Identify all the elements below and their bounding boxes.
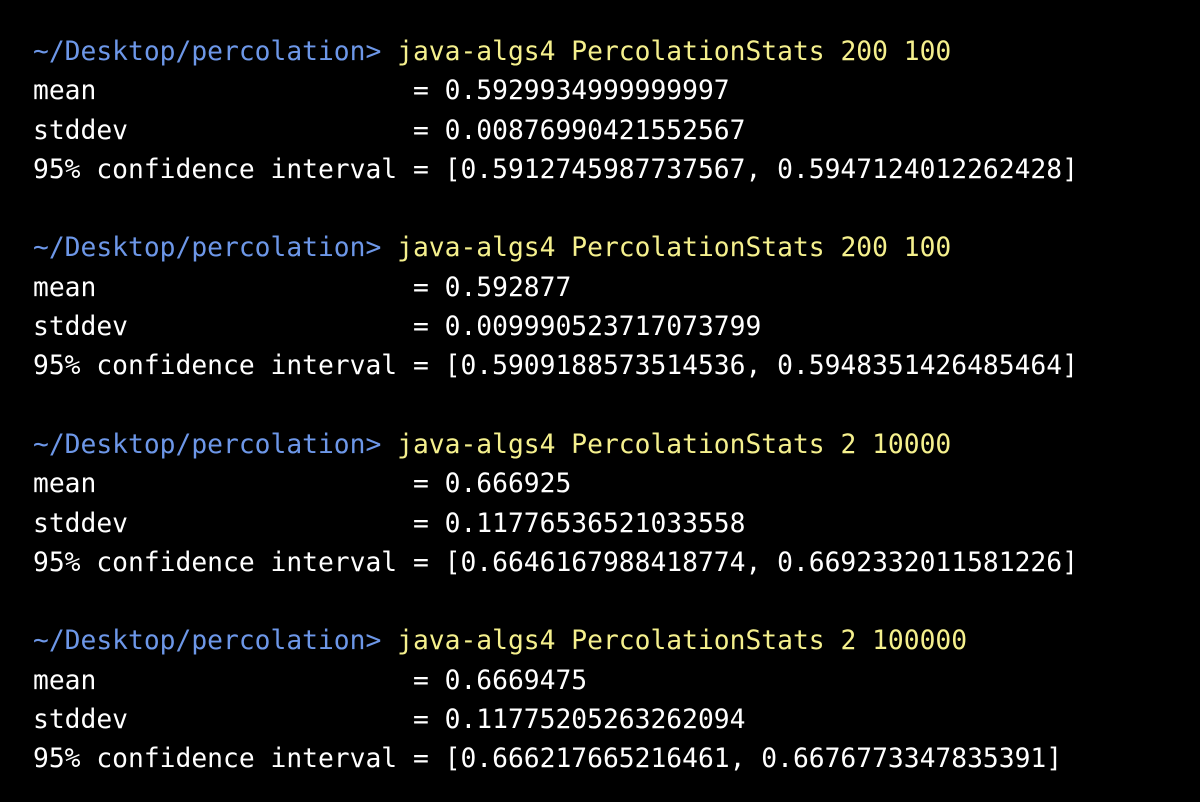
mean-output: mean = 0.6669475 [33,665,588,696]
confidence-interval-output: 95% confidence interval = [0.66461679884… [33,547,1078,578]
confidence-interval-output: 95% confidence interval = [0.66621766521… [33,744,1063,775]
command-text: java-algs4 PercolationStats 200 100 [397,233,952,264]
command-line: ~/Desktop/percolation> java-algs4 Percol… [33,229,1200,268]
command-text: java-algs4 PercolationStats 2 10000 [397,429,952,460]
prompt-path: ~/Desktop/percolation> [33,429,398,460]
confidence-interval-output: 95% confidence interval = [0.59091885735… [33,351,1078,382]
terminal-window[interactable]: ~/Desktop/percolation> java-algs4 Percol… [0,0,1200,802]
mean-output: mean = 0.666925 [33,469,572,500]
command-run: ~/Desktop/percolation> java-algs4 Percol… [33,33,1200,190]
command-line: ~/Desktop/percolation> java-algs4 Percol… [33,622,1200,661]
confidence-interval-output: 95% confidence interval = [0.59127459877… [33,154,1078,185]
mean-output: mean = 0.5929934999999997 [33,76,730,107]
command-run: ~/Desktop/percolation> java-algs4 Percol… [33,229,1200,386]
command-text: java-algs4 PercolationStats 200 100 [397,37,952,67]
command-text: java-algs4 PercolationStats 2 100000 [397,626,968,657]
command-line: ~/Desktop/percolation> java-algs4 Percol… [33,426,1200,465]
command-run: ~/Desktop/percolation> java-algs4 Percol… [33,426,1200,583]
command-run: ~/Desktop/percolation> java-algs4 Percol… [33,622,1200,779]
stddev-output: stddev = 0.00876990421552567 [33,115,746,146]
stddev-output: stddev = 0.11776536521033558 [33,508,746,539]
stddev-output: stddev = 0.11775205263262094 [33,705,746,736]
prompt-path: ~/Desktop/percolation> [33,626,398,657]
prompt-path: ~/Desktop/percolation> [33,37,398,67]
stddev-output: stddev = 0.009990523717073799 [33,312,762,343]
mean-output: mean = 0.592877 [33,272,572,303]
prompt-path: ~/Desktop/percolation> [33,233,398,264]
command-line: ~/Desktop/percolation> java-algs4 Percol… [33,33,1200,72]
